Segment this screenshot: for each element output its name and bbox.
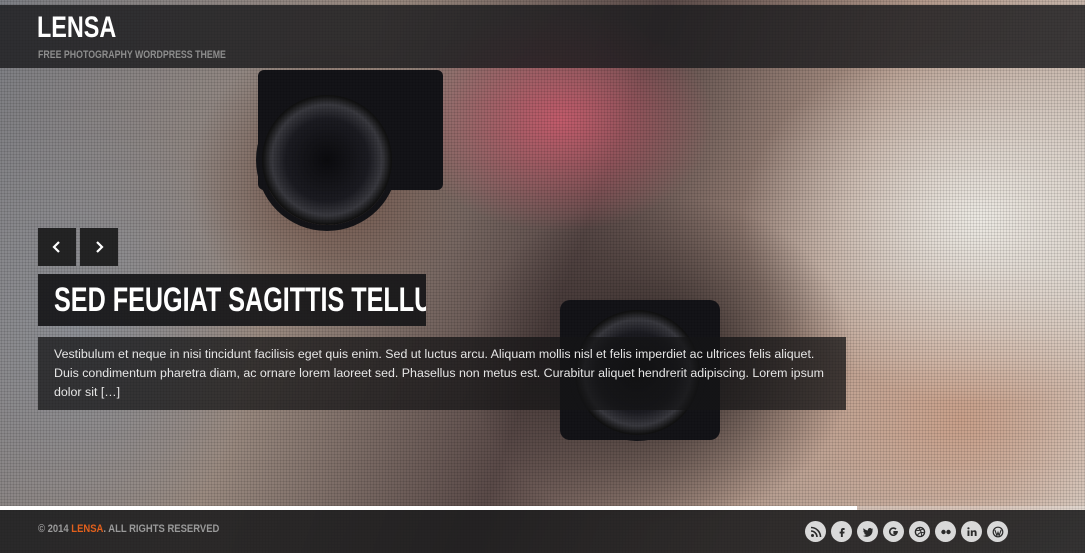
camera-body-top (258, 70, 443, 190)
site-logo[interactable]: LENSA (37, 11, 116, 45)
slider-next-button[interactable] (80, 228, 118, 266)
flickr-icon[interactable] (935, 521, 956, 542)
slide-excerpt: Vestibulum et neque in nisi tincidunt fa… (38, 337, 846, 410)
chevron-right-icon (96, 241, 104, 253)
copyright-text: © 2014 LENSA. ALL RIGHTS RESERVED (38, 523, 219, 535)
linkedin-icon[interactable] (961, 521, 982, 542)
copyright-brand-link[interactable]: LENSA (71, 523, 103, 535)
site-header: LENSA FREE PHOTOGRAPHY WORDPRESS THEME (0, 5, 1085, 68)
wordpress-icon[interactable] (987, 521, 1008, 542)
slider-prev-button[interactable] (38, 228, 76, 266)
chevron-left-icon (52, 241, 60, 253)
site-tagline: FREE PHOTOGRAPHY WORDPRESS THEME (38, 49, 226, 61)
google-plus-icon[interactable] (883, 521, 904, 542)
rss-icon[interactable] (805, 521, 826, 542)
slide-title[interactable]: SED FEUGIAT SAGITTIS TELLUS (54, 281, 426, 320)
slide-title-box[interactable]: SED FEUGIAT SAGITTIS TELLUS (38, 274, 426, 326)
facebook-icon[interactable] (831, 521, 852, 542)
site-footer: © 2014 LENSA. ALL RIGHTS RESERVED (0, 510, 1085, 553)
social-links (805, 521, 1008, 542)
camera-lens-top (262, 95, 392, 225)
copyright-prefix: © 2014 (38, 523, 69, 535)
dribbble-icon[interactable] (909, 521, 930, 542)
twitter-icon[interactable] (857, 521, 878, 542)
copyright-suffix: . ALL RIGHTS RESERVED (103, 523, 220, 535)
